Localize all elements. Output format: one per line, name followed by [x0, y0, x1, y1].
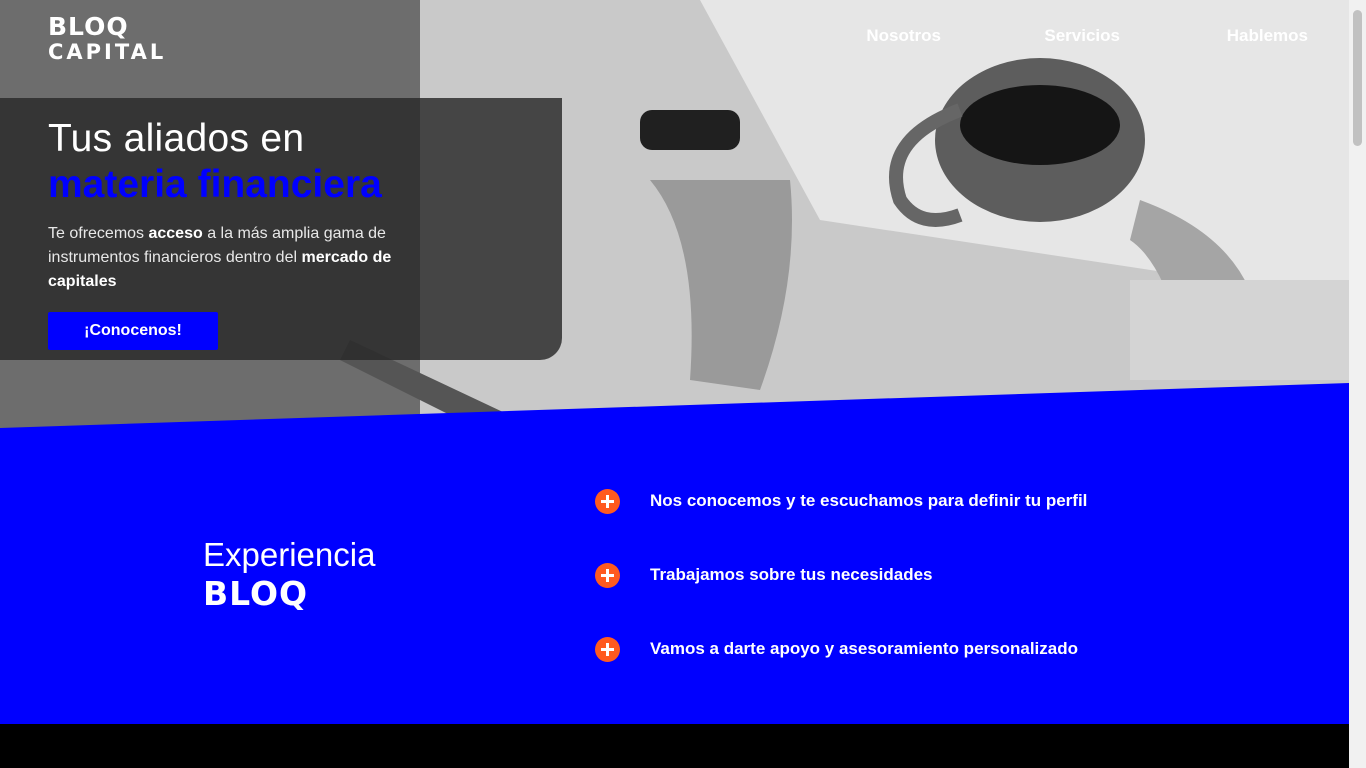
experience-step: Trabajamos sobre tus necesidades: [595, 561, 1087, 635]
bloq-capital-logo[interactable]: BLOQ CAPITAL: [48, 14, 208, 63]
hero-description: Te ofrecemos acceso a la más amplia gama…: [48, 222, 408, 294]
hero-title-line-1: Tus aliados en: [48, 117, 305, 160]
nav-hablemos[interactable]: Hablemos: [1227, 26, 1308, 46]
step-text: Nos conocemos y te escuchamos para defin…: [650, 491, 1088, 510]
hero-desc-bold-1: acceso: [148, 225, 203, 242]
experience-brand-logo: BLOQ: [203, 574, 309, 613]
experience-title: Experiencia: [203, 536, 376, 573]
logo-line-1: BLOQ: [48, 12, 129, 41]
hero-card: Tus aliados en materia financiera Te ofr…: [0, 98, 562, 360]
experience-step: Nos conocemos y te escuchamos para defin…: [595, 487, 1087, 561]
footer-section: [0, 724, 1349, 768]
conocenos-button[interactable]: ¡Conocenos!: [48, 312, 218, 350]
scrollbar-thumb[interactable]: [1353, 10, 1362, 146]
experience-step: Vamos a darte apoyo y asesoramiento pers…: [595, 635, 1087, 709]
experience-heading: Experiencia BLOQ: [203, 535, 375, 611]
nav-nosotros[interactable]: Nosotros: [866, 26, 941, 46]
plus-circle-icon[interactable]: [595, 563, 620, 588]
hero-title-line-2: materia financiera: [48, 163, 382, 206]
nav-servicios[interactable]: Servicios: [1044, 26, 1120, 46]
logo-line-2: CAPITAL: [48, 40, 167, 64]
hero-section: BLOQ CAPITAL Nosotros Servicios Hablemos…: [0, 0, 1349, 440]
step-text: Trabajamos sobre tus necesidades: [650, 565, 933, 584]
hero-desc-part-1: Te ofrecemos: [48, 225, 149, 242]
experience-section: Experiencia BLOQ Nos conocemos y te escu…: [0, 383, 1349, 724]
plus-circle-icon[interactable]: [595, 637, 620, 662]
experience-steps: Nos conocemos y te escuchamos para defin…: [595, 487, 1087, 709]
plus-circle-icon[interactable]: [595, 489, 620, 514]
page-scrollbar[interactable]: [1349, 0, 1366, 768]
step-text: Vamos a darte apoyo y asesoramiento pers…: [650, 639, 1078, 658]
